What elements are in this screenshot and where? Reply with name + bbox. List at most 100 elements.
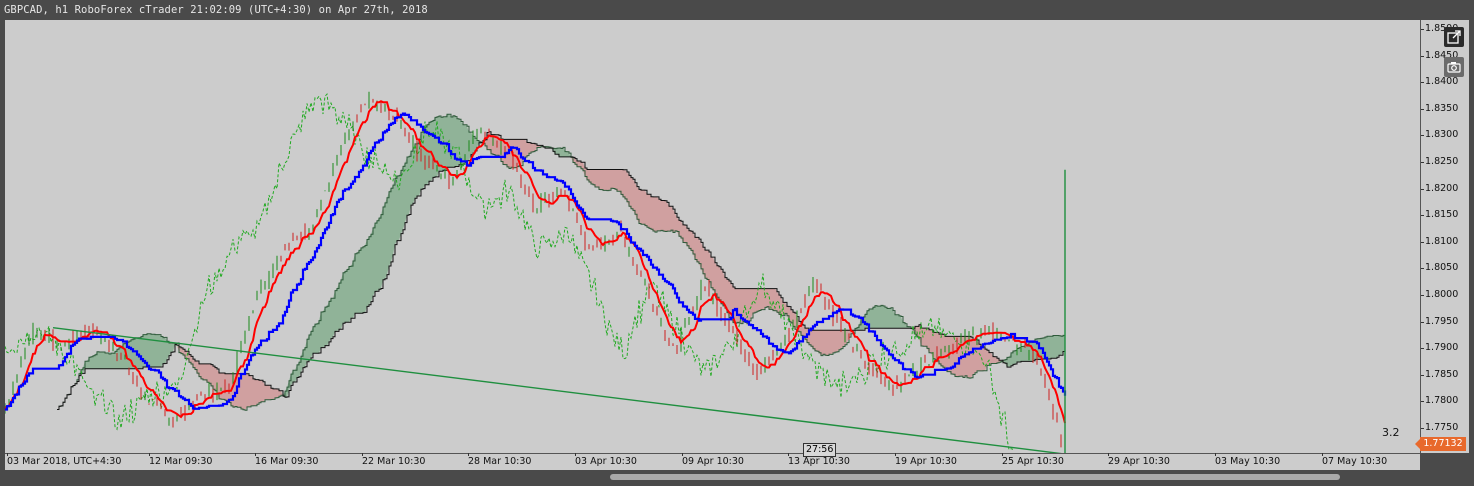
- kumo-bullish-segment: [365, 239, 367, 313]
- scrollbar-thumb[interactable]: [610, 474, 1340, 480]
- kumo-bullish-segment: [129, 339, 131, 369]
- kumo-bearish-segment: [747, 288, 749, 324]
- kumo-bearish-segment: [755, 288, 757, 313]
- chart-plot-area[interactable]: [5, 20, 1420, 453]
- kumo-bullish-segment: [159, 334, 161, 367]
- kumo-bullish-segment: [887, 308, 889, 329]
- kumo-bullish-segment: [379, 214, 381, 290]
- kumo-bullish-segment: [315, 323, 317, 354]
- kumo-bearish-segment: [757, 288, 759, 312]
- kumo-bullish-segment: [377, 218, 379, 292]
- kumo-bearish-segment: [661, 200, 663, 232]
- kumo-bearish-segment: [253, 378, 255, 406]
- kumo-bearish-segment: [617, 169, 619, 192]
- kumo-bearish-segment: [259, 380, 261, 403]
- time-tick-label: 03 Apr 10:30: [575, 453, 637, 467]
- kumo-bearish-segment: [817, 330, 819, 353]
- kumo-bearish-segment: [829, 330, 831, 355]
- popout-icon: [1447, 30, 1461, 44]
- kumo-bearish-segment: [973, 339, 975, 375]
- price-tick-label: 1.8100: [1420, 235, 1459, 247]
- time-tick-label: 29 Apr 10:30: [1108, 453, 1170, 467]
- time-tick-label: 03 May 10:30: [1215, 453, 1281, 467]
- kumo-bearish-segment: [659, 199, 661, 231]
- kumo-bullish-segment: [331, 298, 333, 339]
- kumo-bearish-segment: [653, 196, 655, 233]
- kumo-bullish-segment: [361, 246, 363, 314]
- kumo-bullish-segment: [881, 305, 883, 329]
- kumo-bearish-segment: [245, 373, 247, 411]
- indicator-value: 3.2: [1382, 426, 1400, 439]
- kumo-bullish-segment: [565, 151, 567, 157]
- kumo-bearish-segment: [611, 169, 613, 189]
- kumo-bullish-segment: [407, 156, 409, 216]
- kumo-bearish-segment: [249, 375, 251, 407]
- screenshot-button[interactable]: [1444, 57, 1464, 77]
- kumo-bearish-segment: [265, 385, 267, 400]
- kumo-bearish-segment: [261, 380, 263, 402]
- kumo-bearish-segment: [707, 250, 709, 282]
- kumo-bullish-segment: [103, 351, 105, 369]
- popout-button[interactable]: [1444, 27, 1464, 47]
- kijun-sen-line: [5, 112, 1067, 411]
- kumo-bearish-segment: [839, 330, 841, 350]
- kumo-bearish-segment: [531, 143, 533, 153]
- cursor-time-label: 27:56: [803, 443, 837, 457]
- kumo-bearish-segment: [631, 177, 633, 211]
- kumo-bullish-segment: [349, 266, 351, 323]
- kumo-bearish-segment: [827, 330, 829, 356]
- kumo-bullish-segment: [327, 301, 329, 346]
- kumo-bearish-segment: [275, 388, 277, 398]
- kumo-bullish-segment: [403, 163, 405, 230]
- kumo-bearish-segment: [737, 288, 739, 324]
- kumo-bearish-segment: [823, 330, 825, 356]
- kumo-bearish-segment: [663, 200, 665, 232]
- kumo-bullish-segment: [151, 334, 153, 367]
- kumo-bullish-segment: [357, 250, 359, 314]
- kumo-bullish-segment: [389, 188, 391, 267]
- kumo-bullish-segment: [345, 269, 347, 323]
- kumo-bearish-segment: [257, 379, 259, 405]
- kumo-bullish-segment: [113, 351, 115, 369]
- kumo-bearish-segment: [943, 334, 945, 371]
- time-tick-label: 19 Apr 10:30: [895, 453, 957, 467]
- time-tick-label: 09 Apr 10:30: [682, 453, 744, 467]
- kumo-bearish-segment: [761, 288, 763, 310]
- kumo-bullish-segment: [871, 307, 873, 329]
- kumo-bullish-segment: [883, 306, 885, 329]
- price-tick-label: 1.8300: [1420, 129, 1459, 141]
- price-tick-label: 1.7950: [1420, 315, 1459, 327]
- kumo-bullish-segment: [109, 353, 111, 369]
- kumo-bullish-segment: [155, 334, 157, 367]
- kumo-bearish-segment: [815, 330, 817, 352]
- kumo-bullish-segment: [445, 114, 447, 171]
- kumo-bearish-segment: [833, 330, 835, 353]
- kumo-bearish-segment: [203, 363, 205, 380]
- kumo-bullish-segment: [897, 314, 899, 329]
- kumo-bullish-segment: [323, 307, 325, 348]
- time-tick-label: 03 Mar 2018, UTC+4:30: [7, 453, 122, 467]
- kumo-bearish-segment: [609, 169, 611, 191]
- horizontal-scrollbar[interactable]: [5, 471, 1468, 483]
- kumo-bullish-segment: [1051, 335, 1053, 359]
- kumo-bullish-segment: [153, 334, 155, 367]
- time-tick-label: 13 Apr 10:30: [788, 453, 850, 467]
- kumo-bullish-segment: [157, 334, 159, 367]
- kumo-bearish-segment: [267, 385, 269, 400]
- kumo-bearish-segment: [983, 346, 985, 371]
- kumo-bearish-segment: [953, 336, 955, 377]
- price-axis[interactable]: 1.8500 1.8450 1.8400 1.8350 1.8300 1.8250 1.82…: [1420, 20, 1469, 453]
- kumo-bearish-segment: [655, 196, 657, 233]
- kumo-bearish-segment: [821, 330, 823, 356]
- kumo-bullish-segment: [347, 266, 349, 323]
- kumo-bearish-segment: [647, 194, 649, 229]
- kumo-bullish-segment: [355, 252, 357, 314]
- chart-svg[interactable]: [5, 20, 1420, 453]
- kumo-bearish-segment: [643, 190, 645, 226]
- kumo-bearish-segment: [831, 330, 833, 355]
- kumo-bearish-segment: [605, 169, 607, 191]
- kumo-bearish-segment: [657, 196, 659, 231]
- kumo-bearish-segment: [613, 169, 615, 190]
- time-axis[interactable]: 03 Mar 2018, UTC+4:30 12 Mar 09:30 16 Mar …: [5, 453, 1420, 470]
- kumo-bearish-segment: [619, 169, 621, 195]
